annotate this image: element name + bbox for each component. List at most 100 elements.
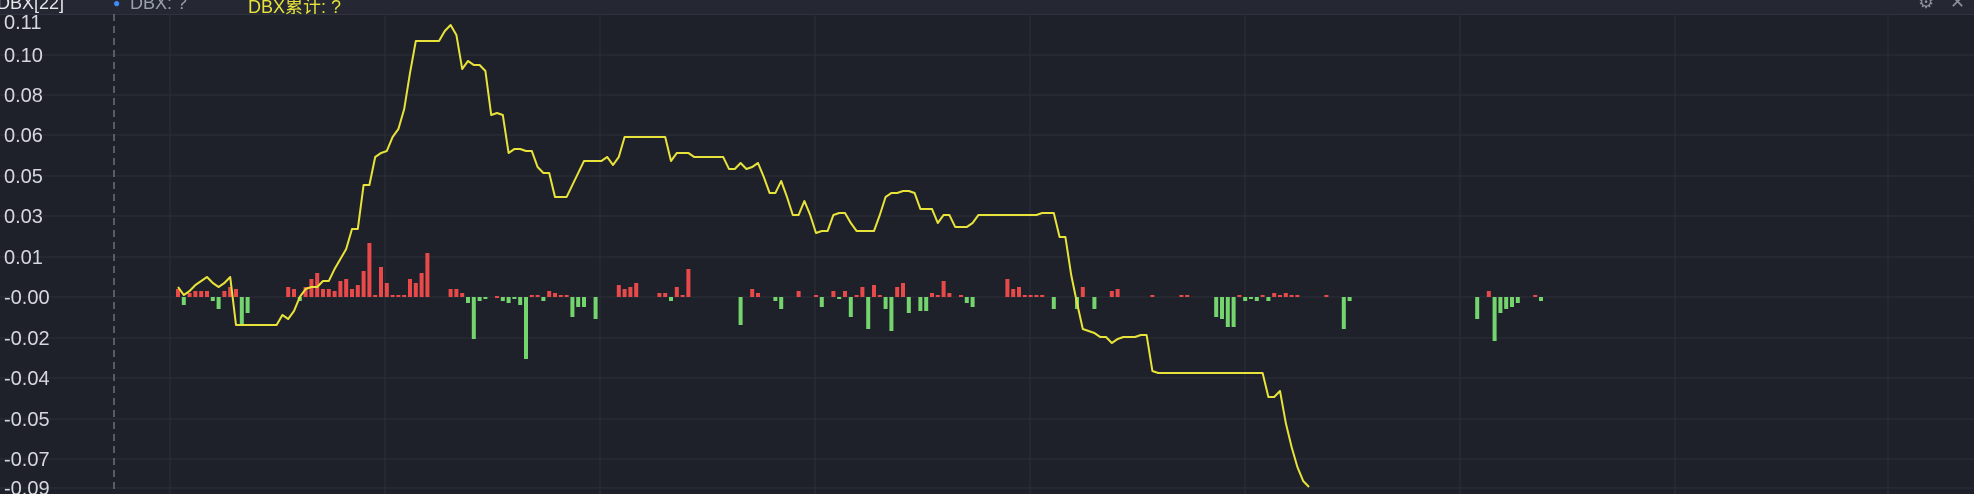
dbx-bar [367,243,372,297]
dbx-bar [1533,295,1538,297]
dbx-bar [570,297,575,317]
dbx-bar [779,297,784,309]
dbx-bar [483,297,488,299]
dbx-bar [193,291,198,297]
dbx-bar [1034,295,1039,297]
dbx-bar [245,297,250,313]
dbx-bar [355,285,360,297]
dbx-bar [553,293,557,297]
dbx-bar [616,285,621,297]
dbx-bar [1272,293,1277,297]
dbx-bar [1283,293,1288,297]
y-tick-label: -0.00 [4,287,50,309]
dbx-bar [460,293,465,297]
dbx-bar [1028,295,1033,297]
dbx-bar [1289,295,1294,297]
dbx-bar [425,253,430,297]
dbx-bar [350,289,354,297]
dbx-bar [959,295,963,297]
y-tick-label: 0.01 [4,247,43,269]
dbx-bar [564,295,569,297]
dbx-bar [947,293,952,297]
dbx-bar [622,289,627,297]
dbx-bar [239,297,244,325]
dbx-bar [187,293,192,297]
dbx-bar [918,297,923,311]
dbx-bar [593,297,598,319]
dbx-bar [663,293,668,297]
dbx-bar [222,291,227,297]
dbx-bar [1022,295,1027,297]
dbx-bar [814,295,818,297]
dbx-bar [471,297,476,339]
dbx-cumulative-line [177,24,1310,488]
dbx-bar [1017,287,1021,297]
dbx-bar [500,297,505,301]
dbx-bar [901,283,905,297]
dbx-bar [413,283,418,297]
dbx-bar [872,285,876,297]
dbx-bar [941,281,946,297]
dbx-bar [379,267,383,297]
dbx-bar [1266,297,1271,301]
dbx-bar [1040,295,1045,297]
dbx-bar [674,287,679,297]
dbx-bar [448,289,453,297]
dbx-bar [1231,297,1236,327]
dbx-bar [883,297,888,309]
dbx-bar [924,297,929,311]
y-tick-label: -0.02 [4,328,50,350]
dbx-bar [326,289,331,297]
dbx-bar [477,297,482,301]
dbx-bar [935,295,940,297]
y-tick-label: -0.04 [4,368,50,390]
bar-series [176,243,1543,359]
dbx-bar [1260,295,1265,297]
dbx-bar [454,289,459,297]
dbx-bar [1475,297,1480,319]
dbx-bar [210,297,215,301]
dbx-bar [384,283,389,297]
dbx-bar [831,291,836,297]
dbx-bar [1510,297,1514,307]
dbx-bar [895,287,900,297]
dbx-bar [1486,291,1491,297]
dbx-bar [541,297,546,301]
dbx-bar [889,297,894,331]
dbx-bar [1220,297,1224,319]
y-tick-label: 0.11 [4,12,41,34]
dbx-bar [286,287,291,297]
dbx-bar [1092,297,1097,309]
dbx-bar [1504,297,1509,309]
dbx-bar [1005,279,1010,297]
dbx-bar [199,291,204,297]
dbx-bar [819,297,824,307]
dbx-bar [1179,295,1184,297]
grid [0,14,1974,494]
y-tick-label: 0.05 [4,166,43,188]
dbx-bar [1243,297,1248,301]
dbx-bar [292,289,296,297]
dbx-bar [860,287,865,297]
dbx-bar [837,297,842,299]
dbx-bar [686,269,691,297]
dbx-bar [1115,289,1120,297]
dbx-bar [419,273,424,297]
dbx-bar [970,297,975,307]
dbx-bar [373,295,378,297]
dbx-bar [756,293,760,297]
dbx-bar [1051,297,1056,309]
dbx-bar [582,297,586,307]
indicator-chart: 0.11 0.10 0.08 0.06 0.05 0.03 0.01 -0.00 -0.02 -0… [0,12,1974,494]
dbx-bar [773,297,778,301]
dbx-bar [1515,297,1520,303]
dbx-bar [796,291,801,297]
dbx-bar [1347,297,1352,301]
dbx-bar [1324,295,1329,297]
dbx-bar [1214,297,1219,317]
dbx-bar [1295,295,1300,297]
dbx-bar [205,291,209,297]
dbx-bar [344,279,349,297]
dbx-bar [964,297,969,303]
dbx-bar [1498,297,1503,313]
